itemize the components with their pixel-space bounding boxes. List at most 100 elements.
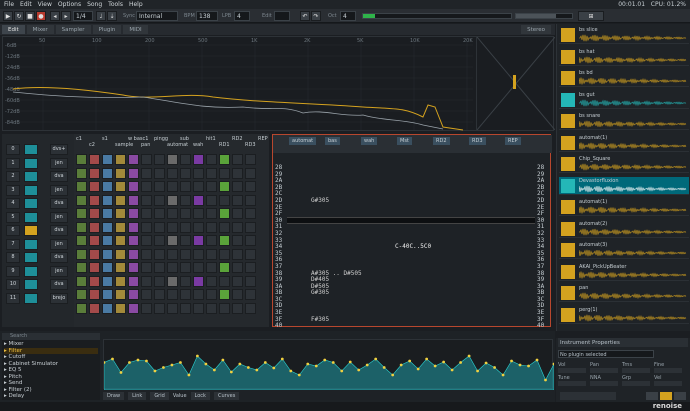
matrix-slot[interactable] <box>219 302 230 314</box>
matrix-slot[interactable] <box>193 302 204 314</box>
pattern-track-name[interactable]: RD3 <box>469 137 486 145</box>
sequence-pattern-11[interactable] <box>24 292 38 304</box>
sequence-name[interactable]: dva <box>50 171 68 182</box>
matrix-slot[interactable] <box>89 208 100 219</box>
matrix-slot[interactable] <box>206 154 217 165</box>
envelope-graph[interactable] <box>102 340 556 391</box>
matrix-slot[interactable] <box>128 221 139 233</box>
envelope-point[interactable] <box>450 368 454 372</box>
matrix-slot[interactable] <box>232 221 243 233</box>
envelope-point[interactable] <box>280 357 284 361</box>
instrument-slot[interactable]: automat(1) <box>559 134 689 152</box>
envelope-point[interactable] <box>153 369 157 373</box>
metronome-icon[interactable]: ♩ <box>96 11 106 21</box>
matrix-slot[interactable] <box>141 235 152 246</box>
sequence-slot-5[interactable]: 5 <box>6 211 20 223</box>
menu-help[interactable]: Help <box>129 1 143 8</box>
matrix-slot[interactable] <box>193 289 204 300</box>
pattern-track-name[interactable]: bas <box>325 137 340 145</box>
envelope-point[interactable] <box>484 361 488 365</box>
envelope-point[interactable] <box>111 357 114 361</box>
instrument-slot[interactable]: perg(1) <box>559 306 689 324</box>
matrix-slot[interactable] <box>219 275 230 287</box>
matrix-slot[interactable] <box>141 262 152 273</box>
envelope-point[interactable] <box>255 368 259 372</box>
pattern-up-icon[interactable]: ▸ <box>61 11 71 21</box>
matrix-slot[interactable] <box>115 275 126 287</box>
stop-icon[interactable]: ■ <box>25 11 35 21</box>
matrix-track-header[interactable]: RD1 <box>219 142 230 148</box>
matrix-slot[interactable] <box>232 181 243 192</box>
matrix-slot[interactable] <box>232 302 243 314</box>
matrix-slot[interactable] <box>141 302 152 314</box>
sequence-pattern-6[interactable] <box>24 225 38 236</box>
envelope-point[interactable] <box>297 373 301 377</box>
envelope-point[interactable] <box>535 358 539 362</box>
matrix-slot[interactable] <box>167 289 178 300</box>
instrument-slot[interactable]: bs hat <box>559 48 689 66</box>
envelope-point[interactable] <box>527 364 530 368</box>
matrix-slot[interactable] <box>219 167 230 179</box>
matrix-slot[interactable] <box>245 154 256 165</box>
matrix-slot[interactable] <box>193 221 204 233</box>
menu-view[interactable]: View <box>38 1 52 8</box>
matrix-slot[interactable] <box>206 262 217 273</box>
envelope-point[interactable] <box>374 357 378 361</box>
matrix-slot[interactable] <box>115 289 126 300</box>
menu-tools[interactable]: Tools <box>108 1 123 8</box>
envelope-point[interactable] <box>357 368 361 372</box>
lock-button[interactable]: Lock <box>190 391 210 400</box>
lpb-field[interactable]: 4 <box>234 11 250 21</box>
matrix-slot[interactable] <box>128 194 139 206</box>
matrix-slot[interactable] <box>141 208 152 219</box>
envelope-point[interactable] <box>442 360 446 364</box>
envelope-point[interactable] <box>425 357 429 361</box>
matrix-slot[interactable] <box>76 154 87 165</box>
matrix-slot[interactable] <box>76 302 87 314</box>
matrix-slot[interactable] <box>128 181 139 192</box>
sequence-slot-7[interactable]: 7 <box>6 238 20 250</box>
matrix-slot[interactable] <box>180 221 191 233</box>
matrix-slot[interactable] <box>141 221 152 233</box>
matrix-slot[interactable] <box>102 208 113 219</box>
matrix-slot[interactable] <box>206 235 217 246</box>
instrument-param-slider[interactable] <box>654 381 682 386</box>
sequence-slot-1[interactable]: 1 <box>6 157 20 169</box>
pattern-note[interactable]: G#305 <box>311 197 329 205</box>
record-icon[interactable]: ● <box>36 11 46 21</box>
instrument-slot[interactable]: bs snare <box>559 112 689 130</box>
matrix-track-header[interactable]: REP <box>258 136 268 142</box>
sequence-slot-11[interactable]: 11 <box>6 292 20 304</box>
matrix-slot[interactable] <box>141 154 152 165</box>
matrix-slot[interactable] <box>206 289 217 300</box>
sequence-name[interactable]: brejo <box>50 292 68 304</box>
master-gain-slider[interactable] <box>515 13 573 19</box>
envelope-point[interactable] <box>459 361 463 364</box>
matrix-slot[interactable] <box>141 194 152 206</box>
matrix-slot[interactable] <box>167 194 178 206</box>
matrix-slot[interactable] <box>141 181 152 192</box>
envelope-point[interactable] <box>246 366 250 369</box>
preset-select[interactable] <box>560 392 616 400</box>
envelope-point[interactable] <box>518 363 522 367</box>
envelope-point[interactable] <box>289 369 293 373</box>
envelope-point[interactable] <box>170 363 174 367</box>
matrix-slot[interactable] <box>167 154 178 165</box>
envelope-point[interactable] <box>416 367 420 371</box>
envelope-point[interactable] <box>365 363 369 367</box>
envelope-point[interactable] <box>552 362 556 366</box>
matrix-slot[interactable] <box>193 154 204 165</box>
matrix-slot[interactable] <box>89 167 100 179</box>
envelope-point[interactable] <box>204 362 208 366</box>
pattern-track-name[interactable]: automat <box>289 137 317 145</box>
matrix-slot[interactable] <box>232 235 243 246</box>
matrix-slot[interactable] <box>167 262 178 273</box>
envelope-point[interactable] <box>331 361 335 364</box>
matrix-slot[interactable] <box>154 154 165 165</box>
matrix-slot[interactable] <box>141 167 152 179</box>
sequence-slot-2[interactable]: 2 <box>6 171 20 182</box>
matrix-slot[interactable] <box>167 167 178 179</box>
matrix-slot[interactable] <box>102 248 113 260</box>
matrix-slot[interactable] <box>180 181 191 192</box>
matrix-slot[interactable] <box>76 208 87 219</box>
